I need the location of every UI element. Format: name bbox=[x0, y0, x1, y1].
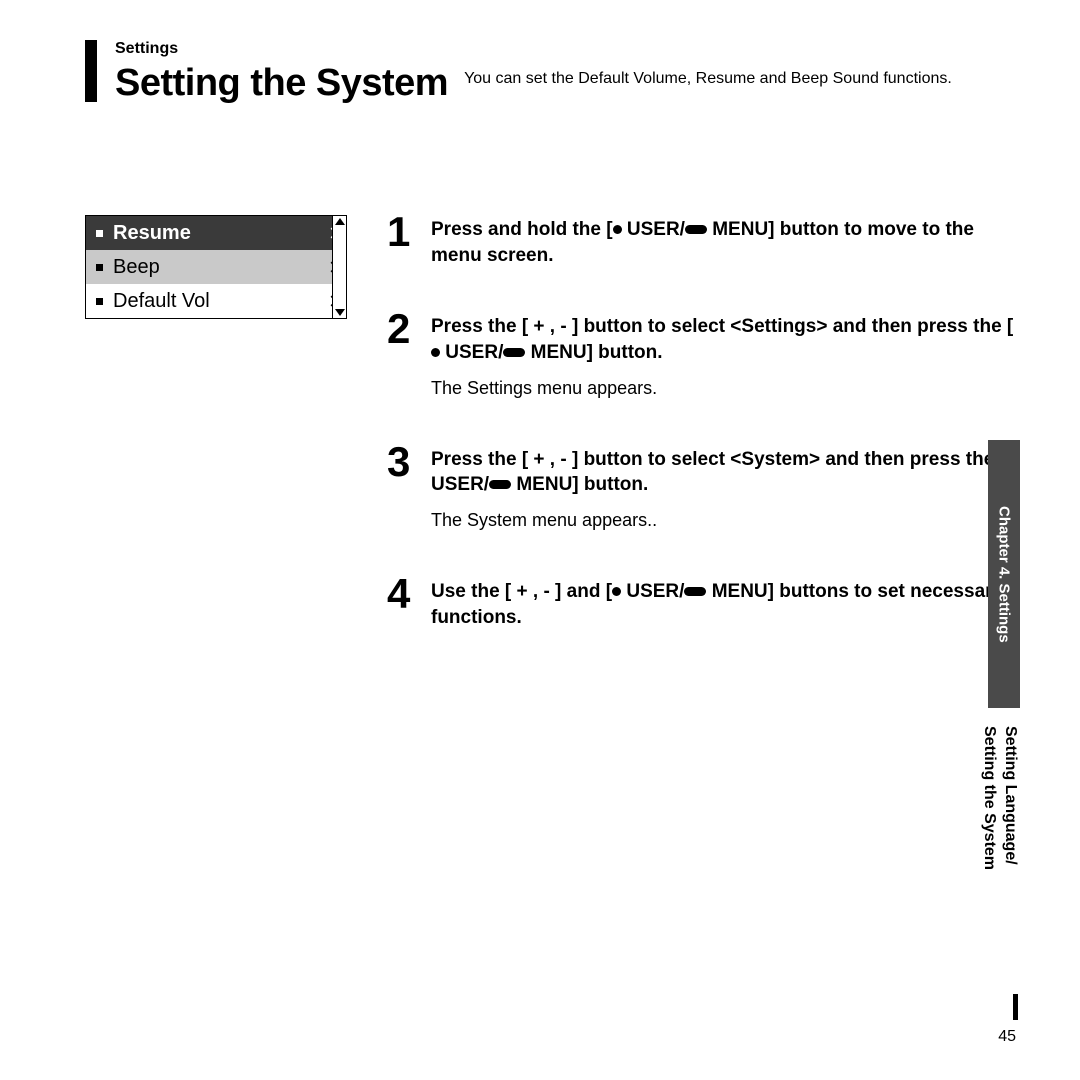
bullet-icon bbox=[96, 230, 103, 237]
step-3: 3 Press the [ + , - ] button to select <… bbox=[387, 445, 1020, 533]
step-number: 3 bbox=[387, 445, 417, 533]
step-number: 4 bbox=[387, 577, 417, 630]
breadcrumb: Settings bbox=[115, 40, 1020, 58]
step-head: Press the [ + , - ] button to select <Se… bbox=[431, 314, 1020, 365]
step-4: 4 Use the [ + , - ] and [ USER/ MENU] bu… bbox=[387, 577, 1020, 630]
scroll-up-icon bbox=[335, 218, 345, 225]
intro-text: You can set the Default Volume, Resume a… bbox=[464, 62, 952, 90]
side-tab-chapter: Chapter 4. Settings bbox=[988, 440, 1020, 708]
menu-item-default-vol: Default Vol bbox=[86, 284, 346, 318]
page-number-rule bbox=[1013, 994, 1018, 1020]
step-number: 2 bbox=[387, 312, 417, 400]
pill-icon bbox=[684, 587, 706, 596]
pill-icon bbox=[685, 225, 707, 234]
menu-screenshot: Resume Beep Default Vol bbox=[85, 215, 347, 319]
page-title: Setting the System bbox=[115, 62, 448, 105]
step-desc: The Settings menu appears. bbox=[431, 376, 1020, 401]
pill-icon bbox=[489, 480, 511, 489]
step-2: 2 Press the [ + , - ] button to select <… bbox=[387, 312, 1020, 400]
step-number: 1 bbox=[387, 215, 417, 268]
steps-list: 1 Press and hold the [ USER/ MENU] butto… bbox=[387, 215, 1020, 675]
dot-icon bbox=[613, 225, 622, 234]
menu-label: Beep bbox=[113, 256, 328, 279]
step-head: Press the [ + , - ] button to select <Sy… bbox=[431, 447, 1020, 498]
step-head: Use the [ + , - ] and [ USER/ MENU] butt… bbox=[431, 579, 1020, 630]
step-head: Press and hold the [ USER/ MENU] button … bbox=[431, 217, 1020, 268]
title-rule bbox=[85, 40, 97, 102]
bullet-icon bbox=[96, 264, 103, 271]
dot-icon bbox=[431, 348, 440, 357]
pill-icon bbox=[503, 348, 525, 357]
step-desc: The System menu appears.. bbox=[431, 508, 1020, 533]
menu-label: Default Vol bbox=[113, 290, 328, 313]
step-1: 1 Press and hold the [ USER/ MENU] butto… bbox=[387, 215, 1020, 268]
menu-item-beep: Beep bbox=[86, 250, 346, 284]
dot-icon bbox=[612, 587, 621, 596]
bullet-icon bbox=[96, 298, 103, 305]
scrollbar bbox=[332, 216, 346, 318]
menu-item-resume: Resume bbox=[86, 216, 346, 250]
menu-label: Resume bbox=[113, 222, 328, 245]
page-number: 45 bbox=[998, 1028, 1016, 1046]
scroll-down-icon bbox=[335, 309, 345, 316]
side-tab-section: Setting Language/ Setting the System bbox=[978, 726, 1020, 946]
